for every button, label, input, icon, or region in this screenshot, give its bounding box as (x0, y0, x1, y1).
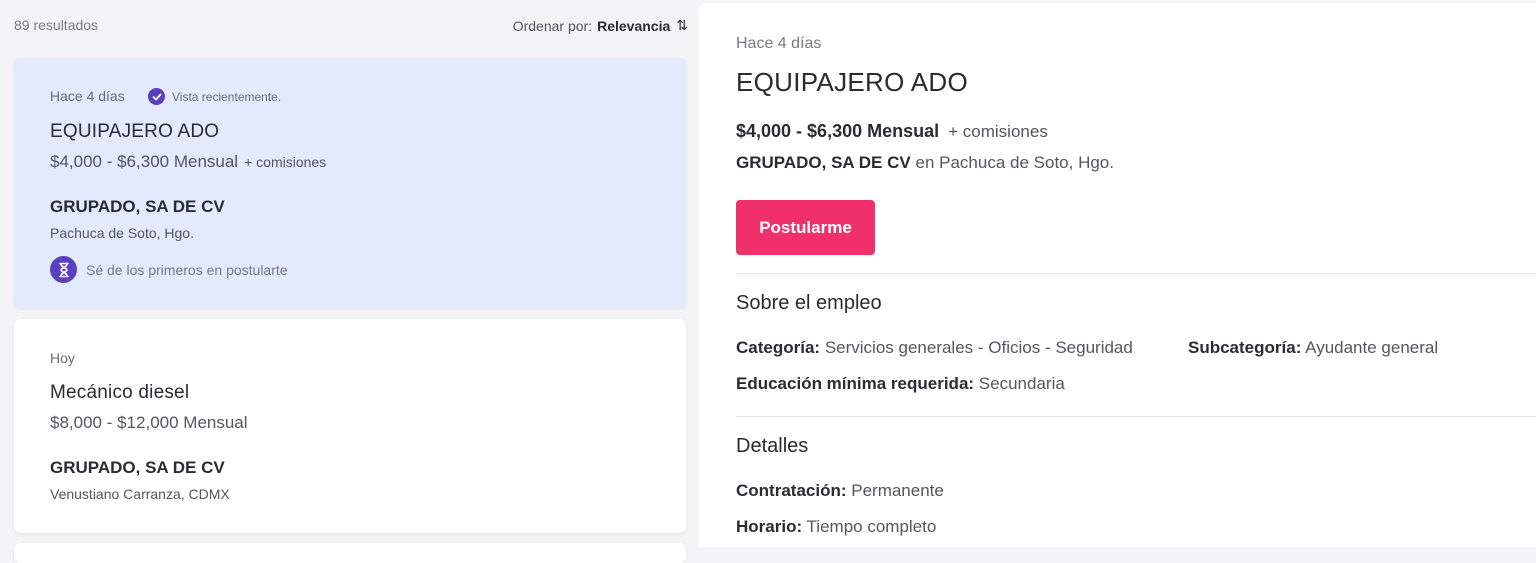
schedule-label: Horario: (736, 517, 803, 536)
category-field: Categoría: Servicios generales - Oficios… (736, 338, 1133, 358)
job-card-selected[interactable]: Hace 4 días Vista recientemente. EQUIPAJ… (14, 58, 686, 308)
job-company: GRUPADO, SA DE CV (50, 458, 225, 477)
education-value: Secundaria (978, 374, 1065, 393)
detail-location-prefix: en (915, 153, 935, 172)
education-field: Educación mínima requerida: Secundaria (736, 374, 1065, 394)
subcategory-field: Subcategoría: Ayudante general (1188, 338, 1438, 358)
contract-label: Contratación: (736, 481, 847, 500)
education-label: Educación mínima requerida: (736, 374, 975, 393)
job-detail-panel: Hace 4 días EQUIPAJERO ADO $4,000 - $6,3… (699, 3, 1536, 547)
schedule-value: Tiempo completo (806, 517, 937, 536)
hourglass-icon (50, 256, 77, 283)
job-location: Venustiano Carranza, CDMX (50, 486, 230, 502)
apply-button[interactable]: Postularme (736, 200, 875, 255)
job-card[interactable] (14, 543, 686, 563)
detail-salary-extra: + comisiones (948, 122, 1048, 141)
job-salary: $8,000 - $12,000 Mensual (50, 413, 248, 433)
detail-title: EQUIPAJERO ADO (736, 67, 968, 97)
job-title[interactable]: Mecánico diesel (50, 382, 189, 404)
job-location: Pachuca de Soto, Hgo. (50, 225, 194, 241)
check-circle-icon (148, 88, 165, 105)
schedule-field: Horario: Tiempo completo (736, 517, 936, 537)
job-title[interactable]: EQUIPAJERO ADO (50, 121, 219, 143)
detail-company-line: GRUPADO, SA DE CV en Pachuca de Soto, Hg… (736, 153, 1114, 173)
contract-value: Permanente (851, 481, 944, 500)
results-bar: 89 resultados Ordenar por: Relevancia ⇅ (14, 17, 688, 37)
subcategory-value: Ayudante general (1305, 338, 1439, 357)
job-salary: $4,000 - $6,300 Mensual + comisiones (50, 152, 326, 172)
viewed-badge: Vista recientemente. (148, 88, 281, 105)
divider (736, 416, 1536, 417)
job-company: GRUPADO, SA DE CV (50, 197, 225, 216)
results-count: 89 resultados (14, 17, 99, 33)
job-salary-amount: $8,000 - $12,000 Mensual (50, 413, 248, 432)
job-card[interactable]: Hoy Mecánico diesel $8,000 - $12,000 Men… (14, 319, 686, 533)
job-salary-extra: + comisiones (244, 154, 327, 170)
sort-value[interactable]: Relevancia (597, 18, 670, 34)
job-salary-amount: $4,000 - $6,300 Mensual (50, 152, 239, 171)
first-applicants-hint: Sé de los primeros en postularte (50, 256, 288, 283)
viewed-label: Vista recientemente. (172, 89, 282, 104)
detail-date: Hace 4 días (736, 35, 822, 52)
detail-salary: $4,000 - $6,300 Mensual + comisiones (736, 121, 1048, 142)
detail-location: Pachuca de Soto, Hgo. (939, 153, 1114, 172)
category-value: Servicios generales - Oficios - Segurida… (824, 338, 1133, 357)
category-label: Categoría: (736, 338, 821, 357)
first-applicants-label: Sé de los primeros en postularte (86, 261, 288, 278)
sort-label: Ordenar por: (512, 17, 593, 34)
details-section-title: Detalles (736, 435, 809, 457)
contract-field: Contratación: Permanente (736, 481, 944, 501)
about-section-title: Sobre el empleo (736, 292, 882, 314)
sort-control[interactable]: Ordenar por: Relevancia ⇅ (512, 17, 688, 34)
detail-company: GRUPADO, SA DE CV (736, 153, 911, 172)
detail-salary-amount: $4,000 - $6,300 Mensual (736, 121, 940, 141)
subcategory-label: Subcategoría: (1188, 338, 1302, 357)
divider (736, 273, 1536, 274)
job-date: Hace 4 días (50, 88, 125, 104)
sort-arrows-icon[interactable]: ⇅ (676, 17, 688, 34)
results-panel: 89 resultados Ordenar por: Relevancia ⇅ … (0, 0, 700, 563)
job-date: Hoy (50, 350, 75, 366)
